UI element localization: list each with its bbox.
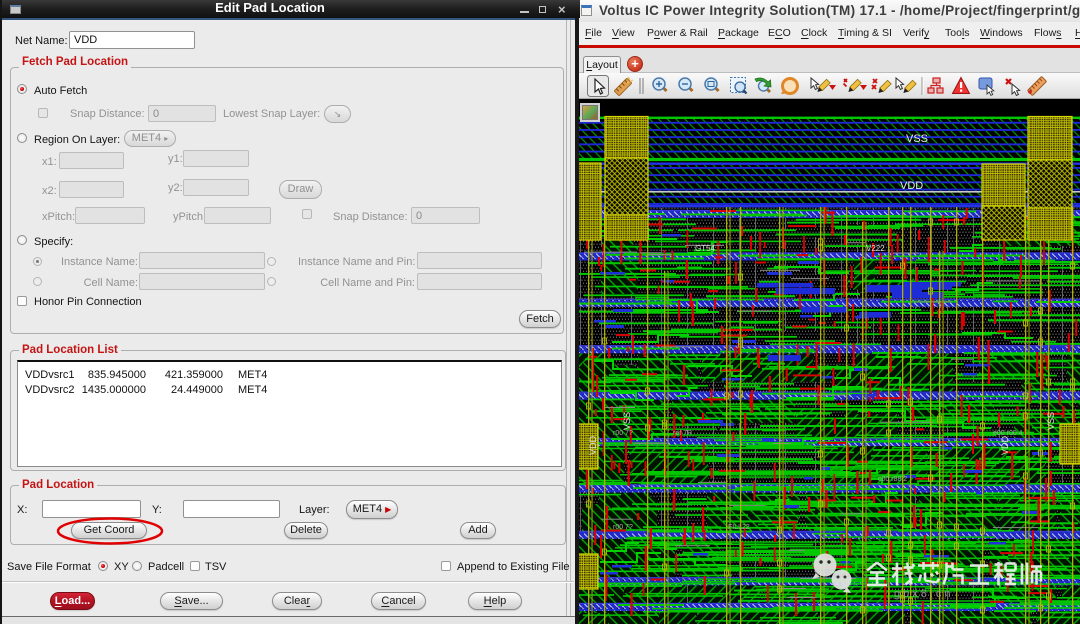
svg-text:V222: V222 [866, 244, 885, 253]
svg-text:VSS: VSS [1046, 412, 1056, 430]
svg-text:r00 7?: r00 7? [613, 430, 633, 437]
svg-text:GT54: GT54 [695, 244, 716, 253]
svg-text:VDD: VDD [1000, 435, 1010, 455]
svg-text:VSS: VSS [906, 133, 928, 145]
svg-text:e00 r00 4: e00 r00 4 [993, 430, 1023, 437]
svg-text:c00 r88 2: c00 r88 2 [878, 476, 907, 483]
svg-text:VDD: VDD [588, 435, 598, 455]
svg-text:VDD: VDD [900, 180, 923, 192]
svg-text:gbx8.cn: gbx8.cn [894, 588, 954, 600]
svg-text:FILL22: FILL22 [728, 524, 750, 531]
svg-text:VSS: VSS [622, 412, 632, 430]
svg-text:ref 7R: ref 7R [673, 430, 692, 437]
svg-text:r00 7?: r00 7? [613, 524, 633, 531]
